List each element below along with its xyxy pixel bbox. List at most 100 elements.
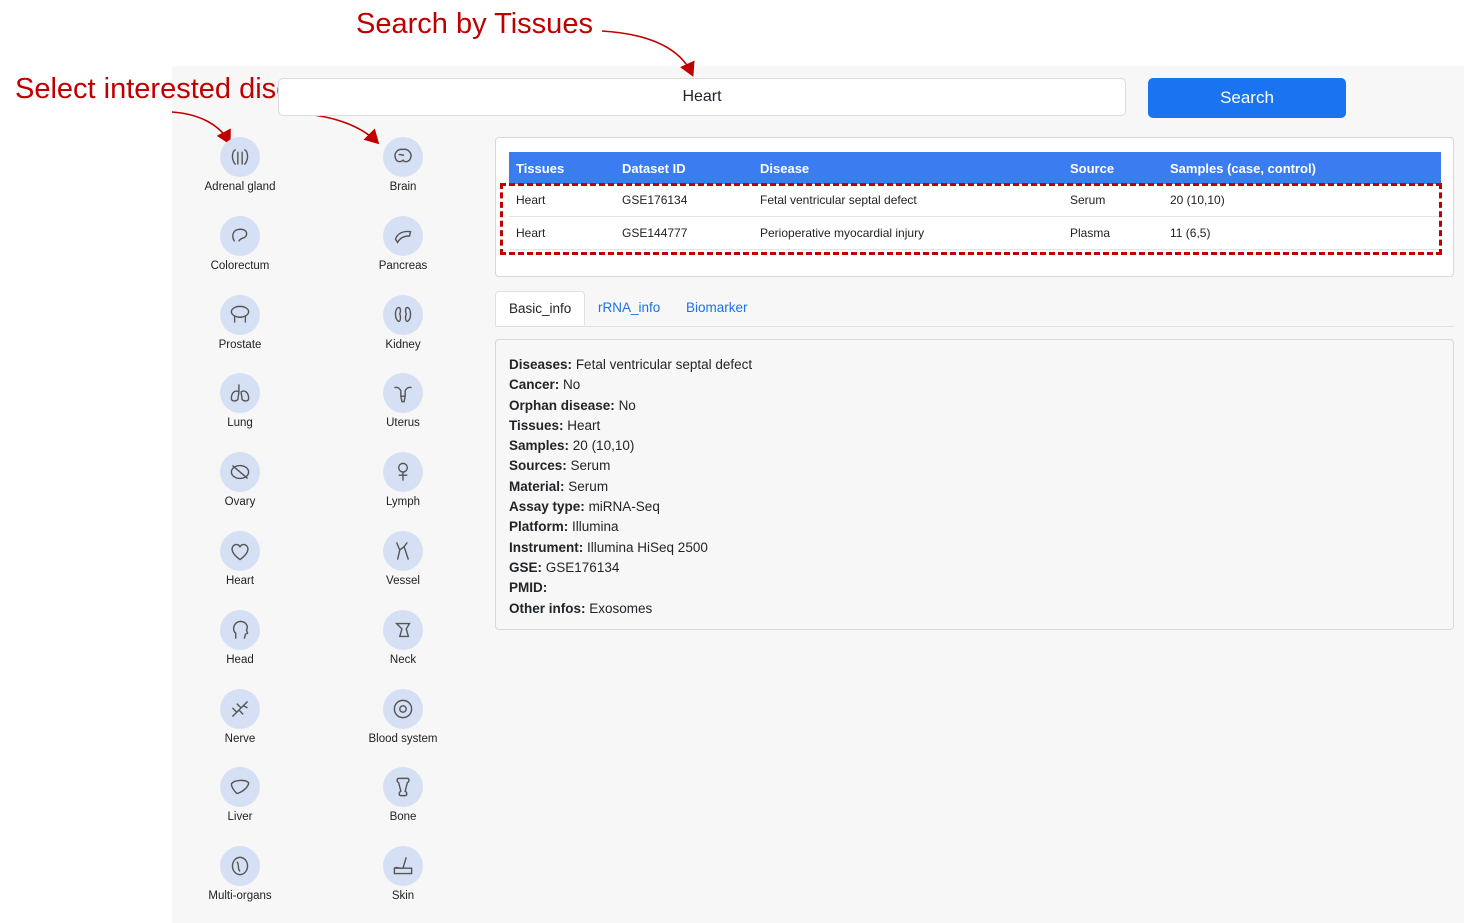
head-icon[interactable]	[220, 609, 260, 650]
organ-ovary[interactable]: Ovary	[170, 452, 310, 508]
organ-label: Prostate	[218, 338, 262, 351]
info-row: PMID:	[509, 578, 1440, 598]
cell-tissue: Heart	[509, 184, 615, 217]
organ-label: Neck	[389, 653, 417, 666]
organ-neck[interactable]: Neck	[333, 609, 473, 666]
organ-label: Adrenal gland	[204, 181, 276, 193]
results-panel: Tissues Dataset ID Disease Source Sample…	[495, 137, 1454, 277]
uterus-icon[interactable]	[383, 373, 423, 414]
info-value: miRNA-Seq	[588, 499, 660, 515]
info-value: No	[563, 377, 581, 393]
organ-label: Brain	[389, 181, 417, 193]
info-key: Diseases:	[509, 357, 573, 372]
organ-multi-organs[interactable]: Multi-organs	[170, 846, 310, 902]
organ-brain[interactable]: Brain	[333, 137, 473, 193]
organ-blood-system[interactable]: Blood system	[333, 688, 473, 745]
kidney-icon[interactable]	[383, 294, 423, 335]
prostate-icon[interactable]	[220, 294, 260, 335]
info-row: Diseases: Fetal ventricular septal defec…	[509, 355, 1440, 375]
info-key: PMID:	[509, 580, 548, 596]
column-header: Source	[1063, 152, 1163, 184]
organ-uterus[interactable]: Uterus	[333, 373, 473, 429]
cell-samples: 11 (6,5)	[1163, 216, 1441, 250]
tab-basic-info[interactable]: Basic_info	[495, 291, 586, 326]
organ-heart[interactable]: Heart	[170, 531, 310, 587]
info-row: Material: Serum	[509, 477, 1440, 497]
results-table: Tissues Dataset ID Disease Source Sample…	[509, 152, 1441, 250]
info-key: Instrument:	[509, 539, 584, 555]
adrenal-gland-icon[interactable]	[220, 137, 260, 177]
info-key: Orphan disease:	[509, 397, 615, 413]
info-row: Tissues: Heart	[509, 416, 1440, 436]
info-key: Platform:	[509, 519, 569, 535]
organ-adrenal-gland[interactable]: Adrenal gland	[170, 137, 310, 193]
info-value: GSE176134	[545, 559, 620, 575]
info-row: Orphan disease: No	[509, 396, 1440, 416]
table-row[interactable]: Heart GSE176134 Fetal ventricular septal…	[509, 184, 1441, 217]
tissue-search-input[interactable]	[278, 78, 1126, 116]
tab-biomarker[interactable]: Biomarker	[673, 291, 761, 325]
info-key: Samples:	[509, 438, 570, 454]
organ-label: Ovary	[224, 496, 256, 509]
organ-label: Colorectum	[210, 259, 270, 272]
cell-dataset-id: GSE144777	[615, 216, 753, 250]
organ-label: Bone	[389, 811, 417, 824]
heart-icon[interactable]	[220, 531, 260, 571]
organ-nerve[interactable]: Nerve	[170, 688, 310, 745]
info-row: Instrument: Illumina HiSeq 2500	[509, 538, 1440, 558]
lymph-icon[interactable]	[383, 452, 423, 493]
organ-label: Lung	[227, 417, 253, 430]
organ-liver[interactable]: Liver	[170, 767, 310, 823]
organ-kidney[interactable]: Kidney	[333, 294, 473, 351]
info-value: Serum	[570, 458, 611, 474]
nerve-icon[interactable]	[220, 688, 260, 729]
blood-system-icon[interactable]	[383, 688, 423, 729]
column-header: Disease	[753, 152, 1063, 184]
organ-skin[interactable]: Skin	[333, 846, 473, 902]
info-value: Illumina HiSeq 2500	[587, 539, 708, 555]
multi-organs-icon[interactable]	[220, 846, 260, 887]
liver-icon[interactable]	[220, 767, 260, 808]
organ-label: Liver	[227, 811, 253, 824]
tab-rrna-info[interactable]: rRNA_info	[585, 291, 673, 325]
organ-label: Vessel	[386, 575, 420, 587]
info-value: 20 (10,10)	[572, 438, 635, 454]
colorectum-icon[interactable]	[220, 215, 260, 256]
organ-pancreas[interactable]: Pancreas	[333, 215, 473, 272]
cell-source: Plasma	[1063, 216, 1163, 250]
organ-bone[interactable]: Bone	[333, 767, 473, 823]
ovary-icon[interactable]	[220, 452, 260, 493]
table-row[interactable]: Heart GSE144777 Perioperative myocardial…	[509, 216, 1441, 250]
info-key: Material:	[509, 478, 565, 494]
brain-icon[interactable]	[383, 137, 423, 177]
vessel-icon[interactable]	[383, 531, 423, 571]
basic-info-panel: Diseases: Fetal ventricular septal defec…	[495, 339, 1454, 630]
info-value: Exosomes	[589, 600, 653, 616]
cell-disease: Fetal ventricular septal defect	[753, 184, 1063, 217]
organ-colorectum[interactable]: Colorectum	[170, 215, 310, 272]
info-key: Cancer:	[509, 377, 560, 393]
cell-source: Serum	[1063, 184, 1163, 217]
organ-vessel[interactable]: Vessel	[333, 531, 473, 587]
neck-icon[interactable]	[383, 609, 423, 650]
pancreas-icon[interactable]	[383, 215, 423, 256]
column-header: Samples (case, control)	[1163, 152, 1441, 184]
info-key: Tissues:	[509, 417, 564, 433]
info-row: Platform: Illumina	[509, 517, 1440, 537]
bone-icon[interactable]	[383, 767, 423, 808]
cell-disease: Perioperative myocardial injury	[753, 216, 1063, 250]
skin-icon[interactable]	[383, 846, 423, 887]
info-row: Other infos: Exosomes	[509, 599, 1440, 619]
organ-prostate[interactable]: Prostate	[170, 294, 310, 351]
detail-tabs: Basic_info rRNA_info Biomarker	[495, 291, 1454, 327]
organ-lymph[interactable]: Lymph	[333, 452, 473, 508]
organ-label: Heart	[225, 575, 255, 587]
cell-tissue: Heart	[509, 216, 615, 250]
organ-head[interactable]: Head	[170, 609, 310, 666]
info-value: No	[618, 397, 636, 413]
lung-icon[interactable]	[220, 373, 260, 414]
organ-lung[interactable]: Lung	[170, 373, 310, 429]
info-value: Serum	[568, 478, 609, 494]
search-button[interactable]: Search	[1148, 78, 1346, 118]
info-row: Samples: 20 (10,10)	[509, 436, 1440, 456]
